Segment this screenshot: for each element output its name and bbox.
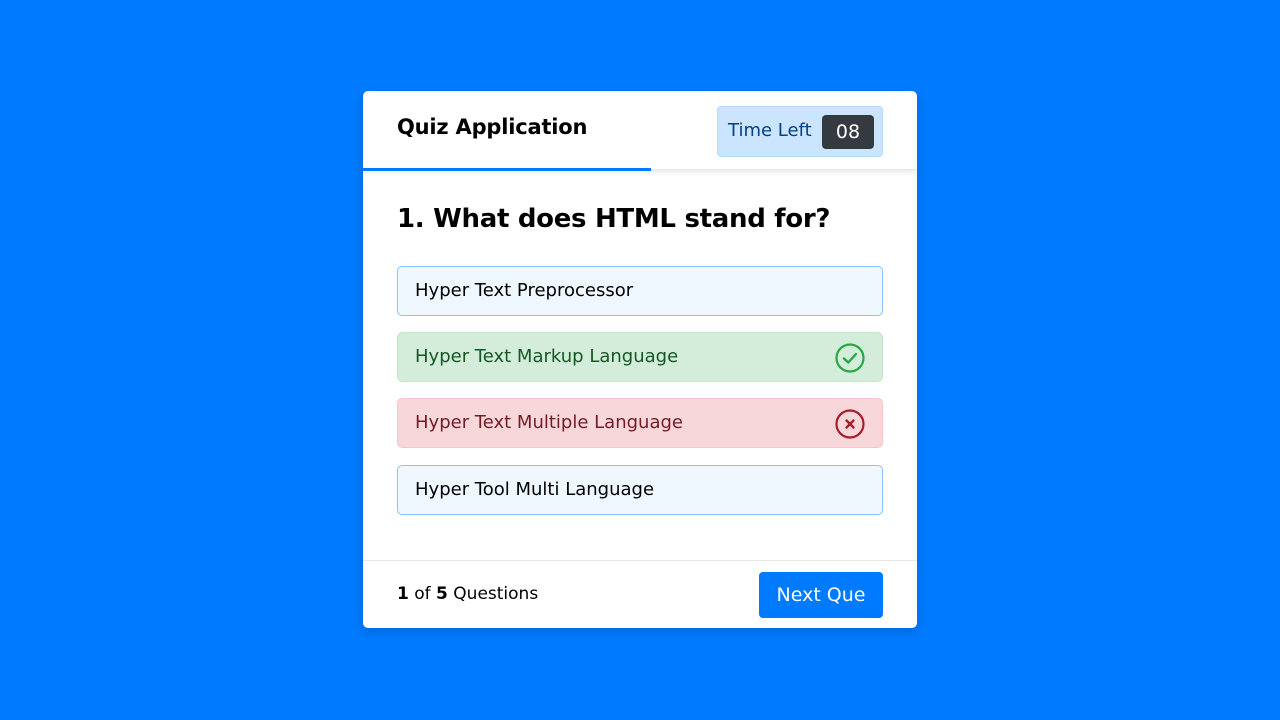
- option-3-incorrect[interactable]: Hyper Text Multiple Language: [397, 398, 883, 448]
- current-question-number: 1: [397, 584, 409, 604]
- question-text: 1. What does HTML stand for?: [397, 204, 831, 234]
- option-label: Hyper Tool Multi Language: [415, 479, 655, 500]
- counter-questions-text: Questions: [453, 584, 539, 604]
- counter-of-text: of: [414, 584, 431, 604]
- total-questions-number: 5: [436, 584, 448, 604]
- next-question-button[interactable]: Next Que: [759, 572, 883, 618]
- app-title: Quiz Application: [397, 115, 588, 139]
- option-1[interactable]: Hyper Text Preprocessor: [397, 266, 883, 316]
- timer-box: Time Left 08: [717, 106, 883, 157]
- timer-label: Time Left: [728, 120, 812, 141]
- timer-value: 08: [822, 115, 874, 149]
- quiz-header: Quiz Application Time Left 08: [363, 91, 917, 171]
- option-label: Hyper Text Multiple Language: [415, 412, 683, 433]
- option-2-correct[interactable]: Hyper Text Markup Language: [397, 332, 883, 382]
- option-label: Hyper Text Preprocessor: [415, 280, 634, 301]
- option-4[interactable]: Hyper Tool Multi Language: [397, 465, 883, 515]
- cross-circle-icon: [834, 408, 866, 440]
- option-label: Hyper Text Markup Language: [415, 346, 679, 367]
- quiz-card: Quiz Application Time Left 08 1. What do…: [363, 91, 917, 628]
- quiz-footer: 1 of 5 Questions Next Que: [363, 560, 917, 628]
- check-circle-icon: [834, 342, 866, 374]
- time-progress-line: [363, 168, 652, 171]
- question-counter: 1 of 5 Questions: [397, 584, 538, 604]
